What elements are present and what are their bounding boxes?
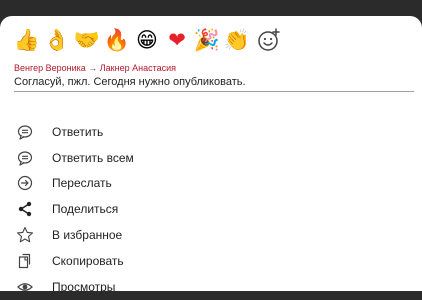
menu-item-label: Поделиться xyxy=(52,202,119,217)
quote-recipient: Лакнер Анастасия xyxy=(99,63,177,73)
menu-item-forward[interactable]: Переслать xyxy=(0,171,422,197)
party-popper-reaction[interactable]: 🎉 xyxy=(194,27,220,53)
menu-item-label: Ответить xyxy=(52,124,104,139)
add-reaction-button[interactable] xyxy=(256,27,282,53)
menu-item-label: В избранное xyxy=(52,228,123,243)
red-heart-reaction[interactable]: ❤ xyxy=(164,27,190,53)
menu-item-reply[interactable]: Ответить xyxy=(0,119,422,145)
quote-participants: Венгер Вероника → Лакнер Анастасия xyxy=(14,63,414,73)
chat-bubble-icon xyxy=(16,123,34,141)
reactions-bar: 👍 👌 🤝 🔥 😁 ❤ 🎉 👏 xyxy=(14,26,282,54)
star-outline-icon xyxy=(16,226,34,244)
clapping-hands-reaction[interactable]: 👏 xyxy=(224,27,250,53)
eye-icon xyxy=(16,278,34,296)
quote-sender: Венгер Вероника xyxy=(14,63,86,73)
actions-menu: Ответить Ответить всем Переслать Поделит… xyxy=(0,119,422,300)
menu-item-favorite[interactable]: В избранное xyxy=(0,222,422,248)
ok-hand-reaction[interactable]: 👌 xyxy=(44,27,70,53)
grinning-face-reaction[interactable]: 😁 xyxy=(134,27,160,53)
menu-item-label: Переслать xyxy=(52,176,112,191)
fire-reaction[interactable]: 🔥 xyxy=(104,27,130,53)
quote-arrow: → xyxy=(88,63,98,73)
handshake-reaction[interactable]: 🤝 xyxy=(74,27,100,53)
smiley-plus-icon xyxy=(257,28,281,52)
menu-item-label: Просмотры xyxy=(52,279,116,294)
menu-item-copy[interactable]: Скопировать xyxy=(0,248,422,274)
copy-icon xyxy=(16,252,34,270)
thumbs-up-reaction[interactable]: 👍 xyxy=(14,27,40,53)
menu-item-views[interactable]: Просмотры xyxy=(0,274,422,300)
forward-arrow-icon xyxy=(16,174,34,192)
menu-item-label: Ответить всем xyxy=(52,150,134,165)
chat-bubble-icon xyxy=(16,149,34,167)
menu-item-label: Скопировать xyxy=(52,253,124,268)
quoted-message: Венгер Вероника → Лакнер Анастасия Согла… xyxy=(14,63,414,92)
share-icon xyxy=(16,200,34,218)
menu-item-reply-all[interactable]: Ответить всем xyxy=(0,145,422,171)
menu-item-share[interactable]: Поделиться xyxy=(0,196,422,222)
message-actions-sheet: 👍 👌 🤝 🔥 😁 ❤ 🎉 👏 Венгер Вероника → Лакнер… xyxy=(0,16,422,294)
quote-text: Согласуй, пжл. Сегодня нужно опубликоват… xyxy=(14,76,246,88)
